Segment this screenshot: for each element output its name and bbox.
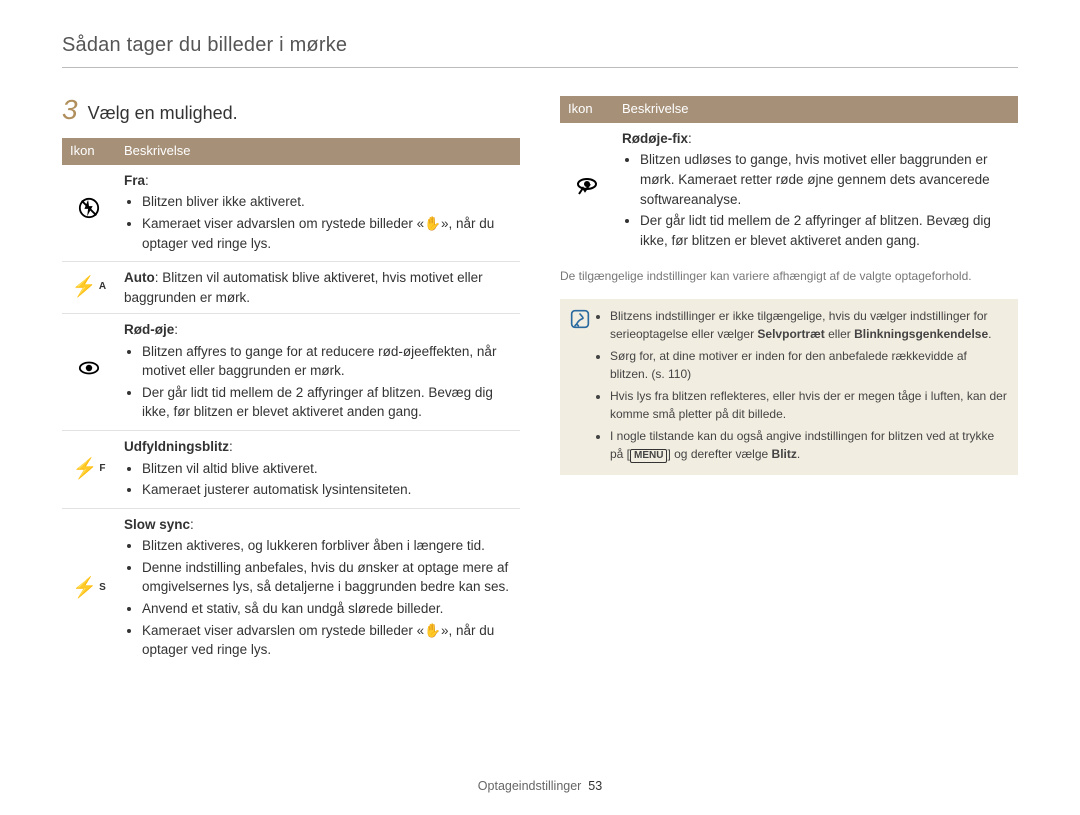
- table-row: Fra: Blitzen bliver ikke aktiveret. Kame…: [62, 165, 520, 262]
- row-title: Rød-øje: [124, 322, 174, 337]
- flash-auto-icon: ⚡A: [62, 262, 116, 314]
- list-item: Kameraet viser advarslen om rystede bill…: [142, 214, 512, 253]
- th-desc: Beskrivelse: [116, 138, 520, 165]
- table-row: Rødøje-fix: Blitzen udløses to gange, hv…: [560, 123, 1018, 258]
- flash-off-icon: [62, 165, 116, 262]
- availability-note: De tilgængelige indstillinger kan varier…: [560, 268, 1018, 285]
- row-title: Auto: [124, 270, 155, 285]
- page-number: 53: [588, 779, 602, 793]
- menu-chip: MENU: [630, 449, 667, 463]
- options-table-right: Ikon Beskrivelse Rødøje-fix: Blitzen udl…: [560, 96, 1018, 258]
- list-item: Kameraet viser advarslen om rystede bill…: [142, 621, 512, 660]
- table-row: Rød-øje: Blitzen affyres to gange for at…: [62, 314, 520, 431]
- page-footer: Optageindstillinger 53: [0, 779, 1080, 793]
- footer-section: Optageindstillinger: [478, 779, 582, 793]
- red-eye-icon: [62, 314, 116, 431]
- left-column: 3 Vælg en mulighed. Ikon Beskrivelse Fra…: [62, 96, 520, 668]
- page-title: Sådan tager du billeder i mørke: [62, 34, 1018, 68]
- options-table-left: Ikon Beskrivelse Fra: Blitzen bliver ikk…: [62, 138, 520, 668]
- info-item: Hvis lys fra blitzen reflekteres, eller …: [610, 387, 1008, 423]
- info-item: Sørg for, at dine motiver er inden for d…: [610, 347, 1008, 383]
- list-item: Blitzen udløses to gange, hvis motivet e…: [640, 150, 1010, 209]
- list-item: Blitzen bliver ikke aktiveret.: [142, 192, 512, 212]
- info-icon: [566, 307, 594, 467]
- table-row: ⚡F Udfyldningsblitz: Blitzen vil altid b…: [62, 431, 520, 509]
- red-eye-fix-icon: [560, 123, 614, 258]
- info-item: Blitzens indstillinger er ikke tilgængel…: [610, 307, 1008, 343]
- right-column: Ikon Beskrivelse Rødøje-fix: Blitzen udl…: [560, 96, 1018, 668]
- list-item: Blitzen affyres to gange for at reducere…: [142, 342, 512, 381]
- list-item: Blitzen aktiveres, og lukkeren forbliver…: [142, 536, 512, 556]
- list-item: Denne indstilling anbefales, hvis du øns…: [142, 558, 512, 597]
- list-item: Der går lidt tid mellem de 2 affyringer …: [640, 211, 1010, 250]
- info-item: I nogle tilstande kan du også angive ind…: [610, 427, 1008, 463]
- row-title: Fra: [124, 173, 145, 188]
- row-inline: : Blitzen vil automatisk blive aktiveret…: [124, 270, 483, 305]
- th-desc: Beskrivelse: [614, 96, 1018, 123]
- th-icon: Ikon: [62, 138, 116, 165]
- list-item: Anvend et stativ, så du kan undgå sløred…: [142, 599, 512, 619]
- step-number: 3: [62, 96, 78, 124]
- info-box: Blitzens indstillinger er ikke tilgængel…: [560, 299, 1018, 475]
- step-text: Vælg en mulighed.: [88, 103, 238, 124]
- step-line: 3 Vælg en mulighed.: [62, 96, 520, 124]
- table-row: ⚡S Slow sync: Blitzen aktiveres, og lukk…: [62, 508, 520, 667]
- table-row: ⚡A Auto: Blitzen vil automatisk blive ak…: [62, 262, 520, 314]
- flash-fill-icon: ⚡F: [62, 431, 116, 509]
- row-title: Slow sync: [124, 517, 190, 532]
- row-title: Rødøje-fix: [622, 131, 688, 146]
- row-title: Udfyldningsblitz: [124, 439, 229, 454]
- list-item: Blitzen vil altid blive aktiveret.: [142, 459, 512, 479]
- th-icon: Ikon: [560, 96, 614, 123]
- list-item: Kameraet justerer automatisk lysintensit…: [142, 480, 512, 500]
- list-item: Der går lidt tid mellem de 2 affyringer …: [142, 383, 512, 422]
- slow-sync-icon: ⚡S: [62, 508, 116, 667]
